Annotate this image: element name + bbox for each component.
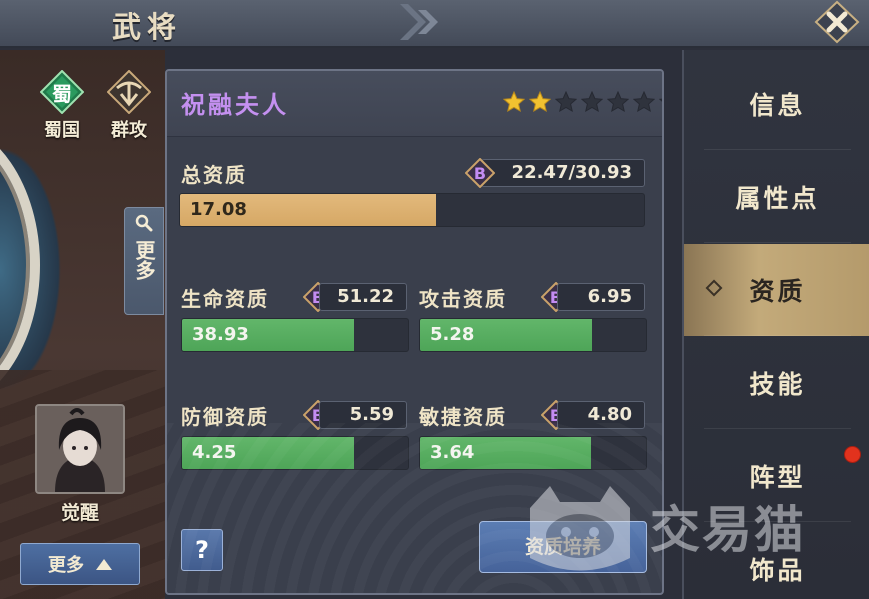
stat-label: 防御资质 bbox=[181, 405, 269, 429]
tab-label: 饰品 bbox=[749, 556, 806, 585]
stat-current-value: 4.25 bbox=[192, 442, 237, 463]
faction-label: 蜀国 bbox=[44, 120, 80, 141]
close-icon bbox=[814, 0, 860, 44]
triangle-up-icon bbox=[96, 558, 112, 570]
more-button-label: 更多 bbox=[48, 555, 84, 576]
tab-label: 技能 bbox=[749, 370, 806, 399]
tab-separator bbox=[704, 335, 851, 336]
tab-label: 信息 bbox=[749, 91, 806, 120]
faction-glyph: 蜀 bbox=[52, 82, 72, 106]
page-title: 武将 bbox=[112, 10, 183, 44]
svg-text:B: B bbox=[474, 164, 486, 183]
stat-label: 生命资质 bbox=[181, 287, 269, 311]
role-badge[interactable]: 群攻 bbox=[101, 69, 157, 142]
tab-separator bbox=[704, 521, 851, 522]
panel-header: 祝融夫人 bbox=[167, 71, 662, 137]
total-aptitude-bar-fill: 17.08 bbox=[180, 194, 437, 226]
stat-current-value: 38.93 bbox=[192, 324, 249, 345]
aoe-attack-icon bbox=[106, 69, 152, 115]
active-diamond-icon bbox=[705, 279, 723, 297]
tab-separator bbox=[704, 242, 851, 243]
awaken-avatar[interactable] bbox=[35, 404, 125, 494]
grade-b-icon: B bbox=[465, 158, 495, 188]
moon-gate-decoration bbox=[0, 120, 40, 410]
cultivate-aptitude-button[interactable]: 资质培养 bbox=[479, 521, 647, 573]
star-empty-icon bbox=[633, 91, 655, 113]
hero-name: 祝融夫人 bbox=[181, 90, 289, 119]
tab-4[interactable]: 阵型 bbox=[684, 430, 869, 522]
tab-label: 属性点 bbox=[735, 184, 820, 213]
tab-5[interactable]: 饰品 bbox=[684, 523, 869, 599]
close-button[interactable] bbox=[812, 0, 862, 44]
star-empty-icon bbox=[607, 91, 629, 113]
role-label: 群攻 bbox=[111, 120, 147, 141]
tab-2[interactable]: 资质 bbox=[684, 244, 869, 336]
stat-label: 攻击资质 bbox=[419, 287, 507, 311]
stat-label: 敏捷资质 bbox=[419, 405, 507, 429]
more-side-label: 更多 bbox=[132, 240, 156, 280]
tab-1[interactable]: 属性点 bbox=[684, 151, 869, 243]
aptitude-panel: 祝融夫人 总资质 22.47/30.93 B 17.08 生命资质 B 51.2… bbox=[165, 69, 664, 595]
stat-max-value: 6.95 bbox=[557, 283, 645, 311]
total-aptitude-label: 总资质 bbox=[181, 163, 247, 187]
top-bar: 武将 bbox=[0, 0, 869, 48]
tab-3[interactable]: 技能 bbox=[684, 337, 869, 429]
stat-bar-fill: 5.28 bbox=[420, 319, 592, 351]
star-empty-icon bbox=[581, 91, 603, 113]
side-tab-bar: 信息属性点资质技能阵型饰品 bbox=[682, 50, 869, 599]
star-empty-icon bbox=[659, 98, 662, 102]
hero-portrait-icon bbox=[37, 406, 123, 492]
notification-dot bbox=[844, 446, 861, 463]
stat-bar: 5.28 bbox=[419, 318, 647, 352]
total-aptitude-current: 17.08 bbox=[190, 199, 247, 220]
stat-bar-fill: 38.93 bbox=[182, 319, 354, 351]
stat-bar-fill: 4.25 bbox=[182, 437, 354, 469]
stat-bar: 3.64 bbox=[419, 436, 647, 470]
stat-max-value: 4.80 bbox=[557, 401, 645, 429]
star-empty-icon bbox=[555, 91, 577, 113]
star-filled-icon bbox=[529, 91, 551, 113]
stat-current-value: 3.64 bbox=[430, 442, 475, 463]
search-icon bbox=[135, 214, 153, 232]
tab-separator bbox=[704, 149, 851, 150]
faction-badge[interactable]: 蜀 蜀国 bbox=[34, 69, 90, 142]
stat-bar: 4.25 bbox=[181, 436, 409, 470]
stat-current-value: 5.28 bbox=[430, 324, 475, 345]
tab-label: 阵型 bbox=[749, 463, 806, 492]
stat-bar-fill: 3.64 bbox=[420, 437, 592, 469]
stat-max-value: 51.22 bbox=[319, 283, 407, 311]
star-filled-icon bbox=[503, 91, 525, 113]
tab-label: 资质 bbox=[749, 277, 806, 306]
stat-max-value: 5.59 bbox=[319, 401, 407, 429]
total-aptitude-bar: 17.08 bbox=[179, 193, 645, 227]
total-aptitude-value: 22.47/30.93 bbox=[481, 159, 645, 187]
stat-bar: 38.93 bbox=[181, 318, 409, 352]
title-chevron-decoration-icon bbox=[400, 4, 438, 40]
help-button[interactable]: ? bbox=[181, 529, 223, 571]
tab-separator bbox=[704, 428, 851, 429]
star-rating bbox=[503, 91, 662, 113]
more-side-button[interactable]: 更多 bbox=[124, 207, 164, 315]
more-button[interactable]: 更多 bbox=[20, 543, 140, 585]
tab-0[interactable]: 信息 bbox=[684, 58, 869, 150]
shu-emblem-icon: 蜀 bbox=[39, 69, 85, 115]
awaken-label: 觉醒 bbox=[60, 502, 99, 524]
